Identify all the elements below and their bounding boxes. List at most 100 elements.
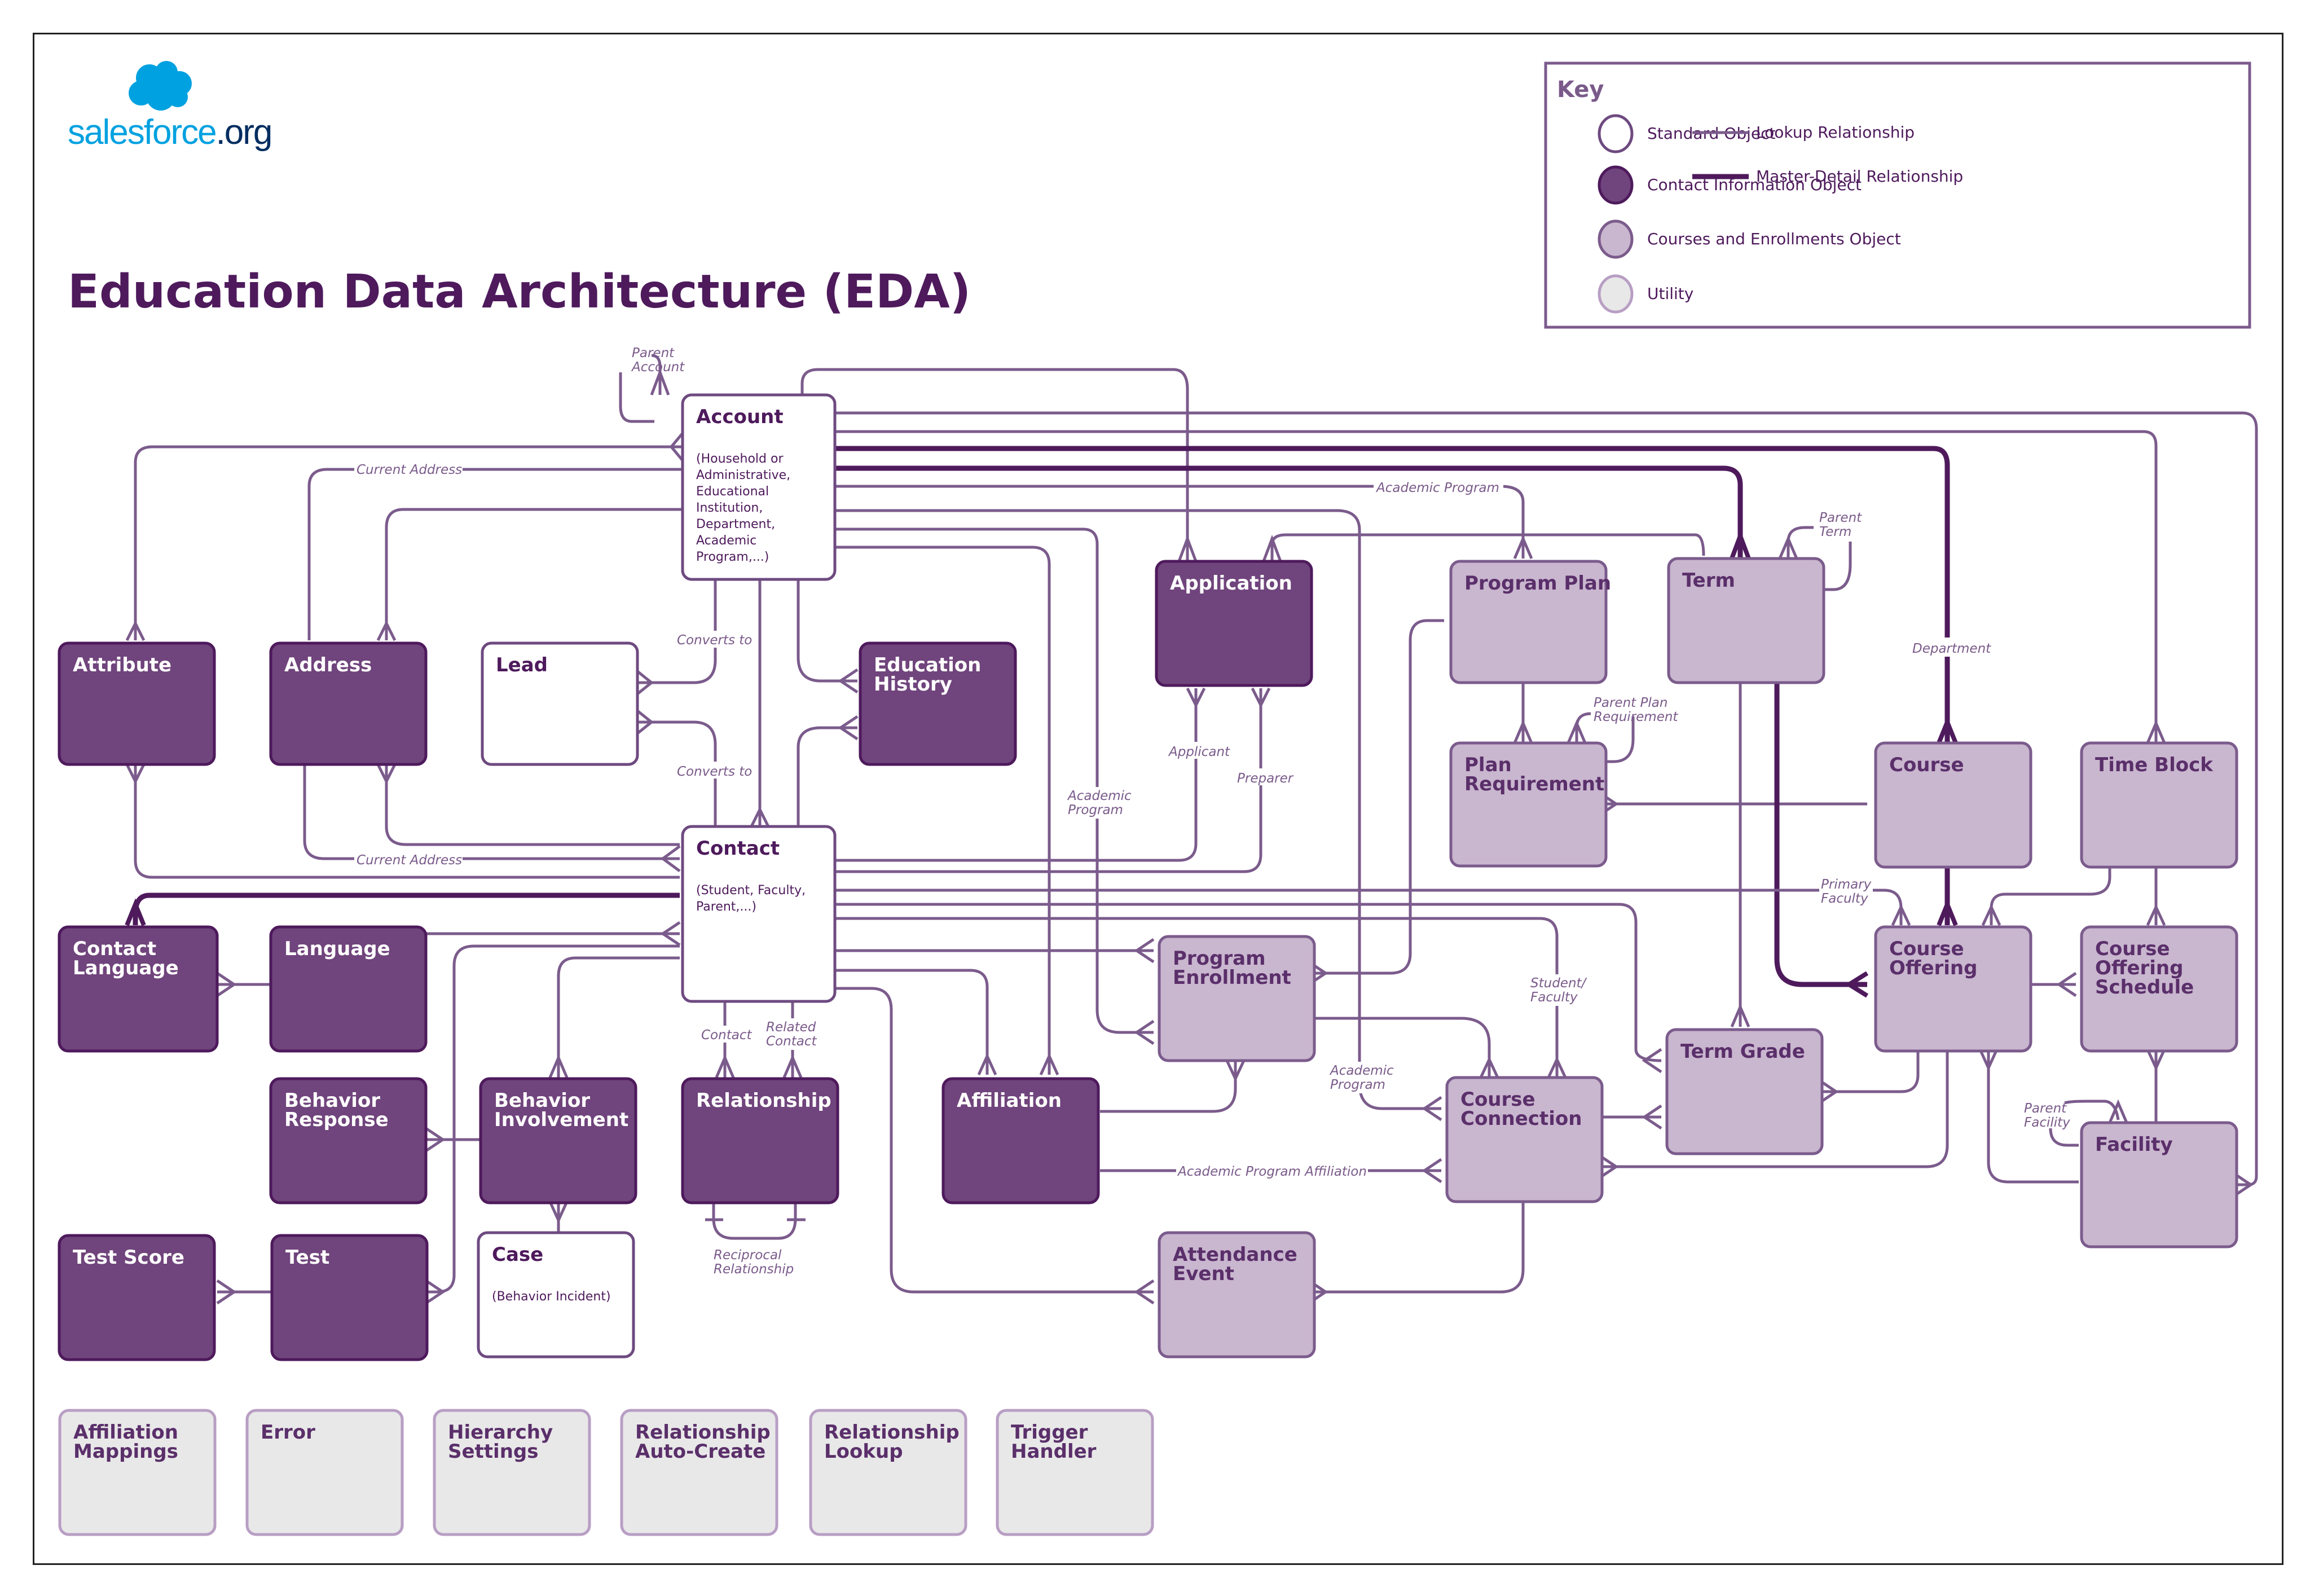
object-course-offering[interactable]: CourseOffering: [1874, 925, 2032, 1053]
object-title: Offering: [1889, 957, 1977, 979]
object-title: Attribute: [73, 654, 171, 676]
object-relationship-lookup[interactable]: RelationshipLookup: [809, 1409, 967, 1536]
object-title: Involvement: [494, 1109, 628, 1131]
rel-contact-affiliation: [835, 969, 989, 1075]
crow-foot-icon: [376, 763, 397, 785]
object-title: Connection: [1460, 1107, 1582, 1130]
course-object-swatch: [1598, 219, 1634, 259]
object-subtitle: Parent,...): [696, 900, 756, 914]
page-title: Education Data Architecture (EDA): [68, 265, 971, 319]
key-label-master: Master-Detail Relationship: [1756, 167, 1963, 186]
crow-foot-icon: [750, 806, 770, 828]
object-time-block[interactable]: Time Block: [2080, 741, 2238, 869]
object-course[interactable]: Course: [1874, 741, 2032, 869]
object-course-offering-schedule[interactable]: CourseOfferingSchedule: [2080, 925, 2238, 1053]
object-hierarchy-settings[interactable]: HierarchySettings: [433, 1409, 591, 1536]
object-title: Time Block: [2095, 754, 2214, 776]
crow-foot-icon: [715, 1054, 803, 1078]
rel-account-term: [835, 465, 1743, 559]
object-subtitle: Institution,: [696, 501, 763, 515]
rel-term-courseoffering: [1774, 683, 1867, 987]
object-test-score[interactable]: Test Score: [58, 1234, 216, 1361]
label-converts-to-2: Converts to: [677, 764, 752, 779]
object-plan-requirement[interactable]: PlanRequirement: [1449, 741, 1608, 868]
object-title: Error: [261, 1421, 315, 1444]
object-title: Enrollment: [1173, 966, 1291, 989]
contact-object-swatch: [1598, 165, 1634, 205]
object-account[interactable]: Account (Household or Administrative, Educa…: [681, 393, 837, 581]
object-program-enrollment[interactable]: ProgramEnrollment: [1158, 935, 1316, 1062]
object-term[interactable]: Term: [1667, 557, 1825, 684]
object-test[interactable]: Test: [270, 1234, 429, 1361]
label-applicant: Applicant: [1168, 745, 1230, 759]
crow-foot-icon: [1513, 535, 1533, 559]
label-parent-term-2: Term: [1819, 525, 1851, 539]
object-title: Settings: [448, 1440, 539, 1463]
crow-foot-icon: [1730, 529, 1751, 560]
object-course-connection[interactable]: CourseConnection: [1445, 1076, 1604, 1203]
rel-affiliation-programenrollment: [1100, 1061, 1237, 1113]
object-behavior-response[interactable]: BehaviorResponse: [269, 1077, 428, 1204]
label-contact: Contact: [701, 1028, 752, 1043]
object-relationship-auto-create[interactable]: RelationshipAuto-Create: [620, 1409, 778, 1536]
object-affiliation[interactable]: Affiliation: [941, 1077, 1100, 1204]
object-facility[interactable]: Facility: [2080, 1121, 2238, 1248]
object-behavior-involvement[interactable]: BehaviorInvolvement: [479, 1077, 637, 1204]
label-parent-account-1: Parent: [632, 346, 675, 360]
object-title: Test Score: [73, 1246, 184, 1269]
label-reciprocal-1: Reciprocal: [714, 1248, 782, 1263]
object-program-plan[interactable]: Program Plan: [1449, 560, 1611, 684]
crow-foot-icon: [1937, 716, 1958, 744]
object-subtitle: (Behavior Incident): [492, 1290, 611, 1304]
rel-programplan-programenrollment: [1309, 619, 1444, 975]
label-academic-program-top: Academic Program: [1375, 481, 1499, 495]
label-academic-program-cc-2: Program: [1330, 1078, 1385, 1092]
crow-foot-icon: [125, 763, 146, 785]
object-title: Language: [284, 938, 390, 960]
rel-account-address: [385, 508, 683, 640]
label-department: Department: [1912, 641, 1991, 656]
object-education-history[interactable]: EducationHistory: [859, 641, 1017, 766]
object-trigger-handler[interactable]: TriggerHandler: [996, 1409, 1154, 1536]
object-attendance-event[interactable]: AttendanceEvent: [1158, 1231, 1316, 1358]
object-subtitle: Program,...): [696, 550, 769, 564]
label-converts-to-1: Converts to: [677, 633, 752, 648]
rel-courseconnection-attendance: [1309, 1202, 1525, 1294]
object-relationship[interactable]: Relationship: [681, 1077, 839, 1204]
crow-foot-icon: [636, 670, 654, 735]
object-case[interactable]: Case (Behavior Incident): [477, 1231, 635, 1358]
crow-foot-icon: [977, 1052, 1059, 1076]
object-term-grade[interactable]: Term Grade: [1665, 1028, 1824, 1155]
rel-account-address-current: [307, 468, 683, 640]
object-language[interactable]: Language: [269, 925, 428, 1053]
label-primary-faculty-1: Primary: [1821, 877, 1872, 892]
label-current-address-top: Current Address: [357, 463, 462, 477]
label-reciprocal-2: Relationship: [714, 1262, 794, 1277]
label-student-faculty-1: Student/: [1530, 976, 1587, 991]
rel-contact-contactlanguage: [133, 892, 680, 925]
object-error[interactable]: Error: [245, 1409, 404, 1536]
object-application[interactable]: Application: [1155, 560, 1313, 687]
object-title: Mappings: [73, 1440, 178, 1463]
object-attribute[interactable]: Attribute: [58, 641, 216, 766]
object-address[interactable]: Address: [269, 641, 428, 766]
object-subtitle: (Household or: [696, 452, 784, 466]
object-affiliation-mappings[interactable]: AffiliationMappings: [58, 1409, 217, 1536]
rel-timeblock-courseoffering: [1990, 866, 2111, 925]
label-current-address-bottom: Current Address: [357, 853, 462, 868]
object-contact-language[interactable]: ContactLanguage: [58, 925, 219, 1053]
eda-diagram: salesforce.org Education Data Architectu…: [58, 61, 2258, 1536]
rel-account-programenrollment: [835, 527, 1154, 1034]
object-lead[interactable]: Lead: [481, 641, 639, 766]
object-title: Contact: [696, 837, 780, 860]
object-subtitle: Department,: [696, 517, 775, 531]
label-preparer: Preparer: [1237, 771, 1294, 786]
object-contact[interactable]: Contact (Student, Faculty, Parent,...): [681, 825, 837, 1003]
object-title: Language: [73, 957, 179, 979]
object-title: Event: [1173, 1263, 1234, 1285]
crow-foot-icon: [125, 898, 146, 926]
svg-text:salesforce.org: salesforce.org: [68, 113, 271, 152]
logo-text-main: salesforce: [68, 113, 216, 152]
object-subtitle: Administrative,: [696, 468, 790, 482]
legend-key: Key Standard Object Contact Information …: [1544, 61, 2251, 329]
